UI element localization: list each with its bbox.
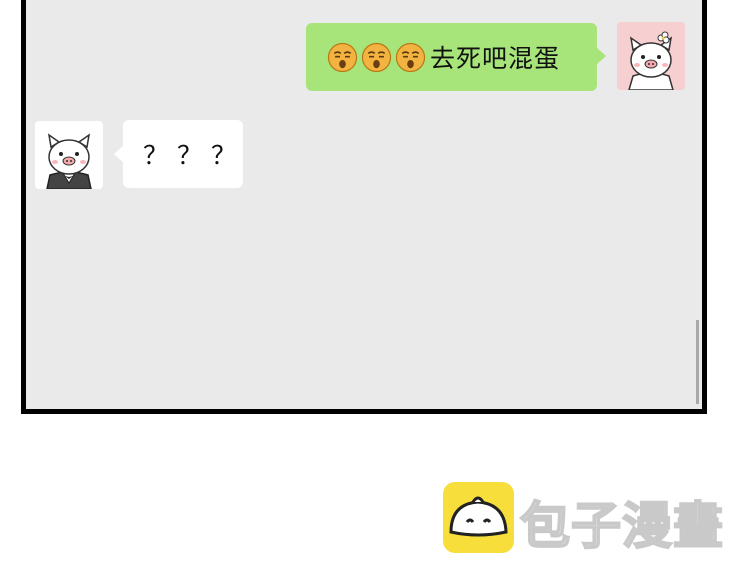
outgoing-message-bubble[interactable]: 去死吧混蛋 — [306, 23, 606, 91]
self-avatar[interactable] — [617, 22, 685, 90]
scrollbar[interactable] — [696, 320, 699, 404]
incoming-message-text: ？？？ — [143, 141, 246, 170]
contact-avatar[interactable] — [35, 121, 103, 189]
pig-with-flower-icon — [628, 31, 674, 90]
sleepy-face-emoji-icon — [327, 42, 358, 72]
incoming-message-bubble[interactable]: ？？？ — [114, 120, 246, 188]
sleepy-face-emoji-icon — [395, 42, 426, 72]
sleepy-face-emoji-icon — [361, 42, 392, 72]
emoji-group — [326, 41, 427, 74]
pig-in-suit-icon — [46, 133, 92, 189]
outgoing-message-text: 去死吧混蛋 — [430, 44, 561, 73]
steamed-bun-logo-icon — [443, 482, 514, 553]
watermark-text: 包子漫畫 — [519, 496, 724, 556]
